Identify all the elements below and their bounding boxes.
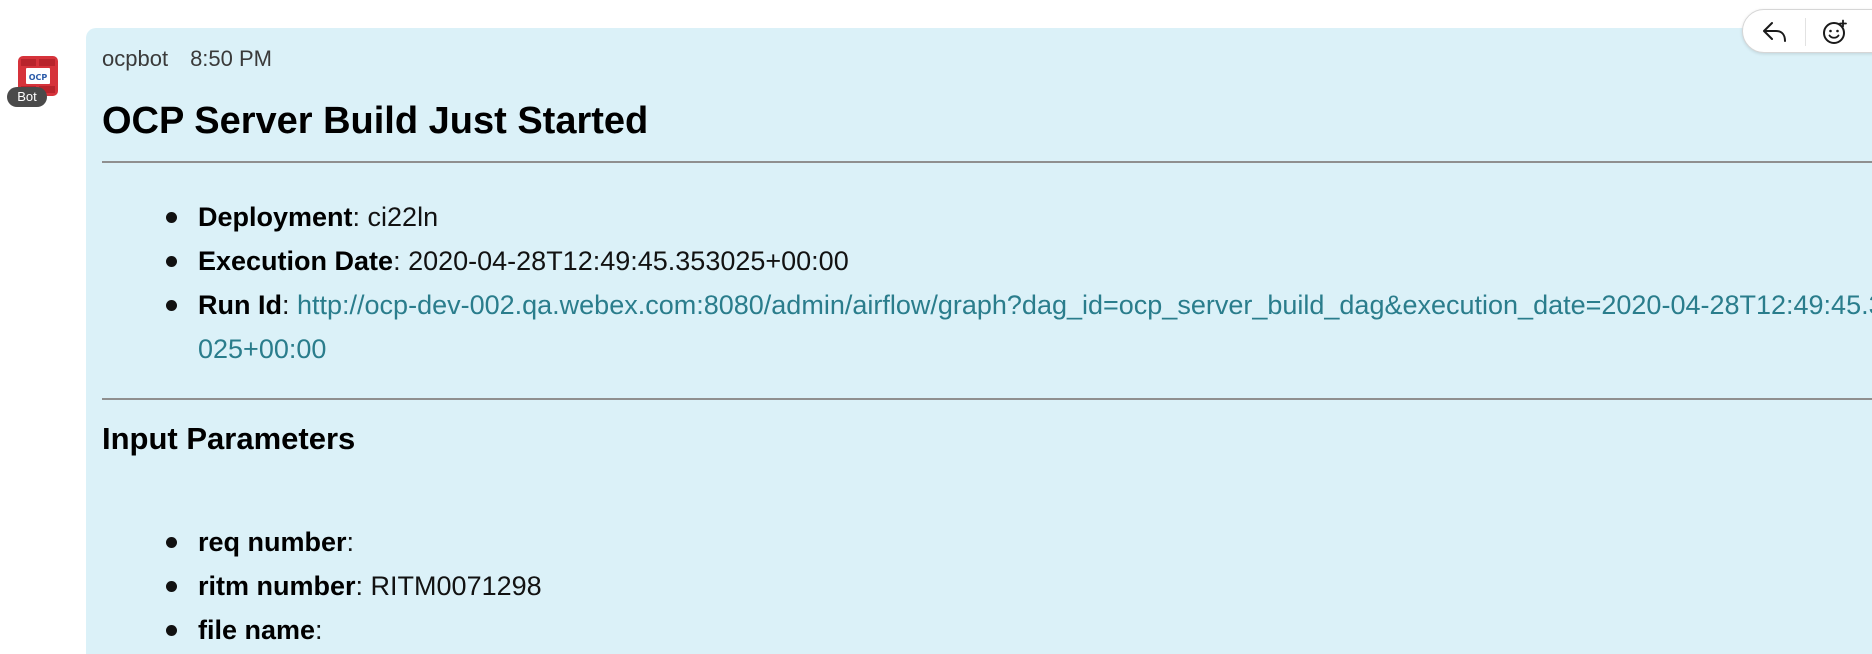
list-item: Deployment: ci22ln — [166, 195, 1872, 239]
divider — [102, 161, 1872, 163]
input-parameters-heading: Input Parameters — [102, 421, 356, 456]
deployment-value: ci22ln — [367, 202, 439, 232]
list-item: req number: — [166, 520, 1872, 564]
param-label: file name — [198, 615, 316, 645]
run-id-link[interactable]: http://ocp-dev-002.qa.webex.com:8080/adm… — [198, 290, 1872, 364]
reply-button[interactable] — [1753, 16, 1797, 48]
list-item: Execution Date: 2020-04-28T12:49:45.3530… — [166, 239, 1872, 283]
message-title: OCP Server Build Just Started — [102, 100, 649, 142]
list-item: ritm number: RITM0071298 — [166, 564, 1872, 608]
ocp-logo-text: OCP — [29, 73, 48, 82]
message-card: ocpbot 8:50 PM OCP Server Build Just Star… — [86, 28, 1872, 654]
add-reaction-button[interactable] — [1813, 16, 1857, 48]
add-reaction-icon — [1823, 19, 1847, 44]
param-label: ritm number — [198, 571, 356, 601]
divider — [102, 398, 1872, 400]
bot-badge: Bot — [7, 87, 47, 107]
message-timestamp: 8:50 PM — [190, 46, 272, 71]
toolbar-divider — [1805, 18, 1806, 46]
detail-separator: : — [352, 202, 368, 232]
detail-label: Deployment — [198, 202, 353, 232]
reply-icon — [1763, 22, 1786, 42]
list-item: file name: — [166, 608, 1872, 652]
detail-separator: : — [393, 246, 409, 276]
message-header: ocpbot 8:50 PM — [102, 46, 272, 72]
input-parameters-list: req number: ritm number: RITM0071298 fil… — [166, 520, 1872, 652]
param-label: req number — [198, 527, 347, 557]
page: OCP Bot ocpbot 8:50 PM OCP Server Build J… — [0, 0, 1872, 654]
detail-separator: : — [281, 290, 297, 320]
ritm-number-value: RITM0071298 — [370, 571, 542, 601]
build-details-list: Deployment: ci22ln Execution Date: 2020-… — [166, 195, 1872, 371]
avatar[interactable]: OCP Bot — [7, 56, 58, 107]
param-separator: : — [346, 527, 355, 557]
detail-label: Execution Date — [198, 246, 394, 276]
execution-date-value: 2020-04-28T12:49:45.353025+00:00 — [408, 246, 849, 276]
detail-label: Run Id — [198, 290, 282, 320]
list-item: Run Id: http://ocp-dev-002.qa.webex.com:… — [166, 283, 1872, 371]
message-actions-toolbar — [1742, 9, 1872, 53]
param-separator: : — [315, 615, 323, 645]
param-separator: : — [355, 571, 371, 601]
sender-name[interactable]: ocpbot — [102, 46, 168, 71]
